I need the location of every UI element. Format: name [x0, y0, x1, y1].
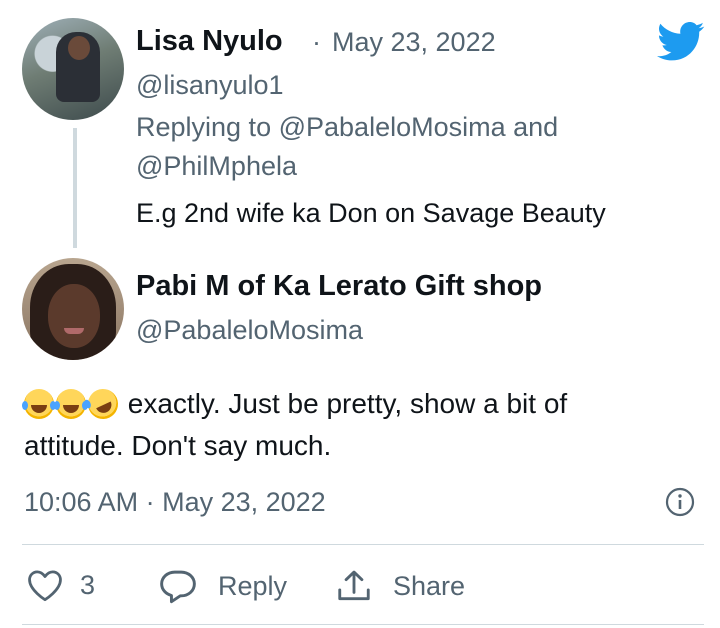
avatar-face: [68, 36, 90, 60]
reply-date[interactable]: May 23, 2022: [332, 29, 496, 56]
like-action[interactable]: 3: [26, 568, 95, 602]
replying-to-user1[interactable]: @PabaleloMosima: [279, 112, 506, 142]
replying-to-and: and: [513, 112, 559, 142]
avatar-mouth: [64, 328, 84, 334]
reply-text: E.g 2nd wife ka Don on Savage Beauty: [136, 198, 606, 228]
reply-bubble-icon[interactable]: [158, 568, 198, 604]
rolling-laughing-emoji: [82, 384, 123, 424]
share-label[interactable]: Share: [393, 571, 465, 602]
share-icon[interactable]: [335, 568, 373, 604]
share-action[interactable]: Share: [335, 568, 465, 604]
main-tweet-text-line1: exactly. Just be pretty, show a bit of: [127, 388, 568, 419]
replying-to-prefix: Replying to: [136, 112, 272, 142]
heart-icon[interactable]: [26, 568, 64, 602]
like-count: 3: [80, 569, 96, 600]
thread-connector-line: [73, 128, 77, 248]
reply-separator: ·: [312, 27, 321, 57]
reply-action[interactable]: Reply: [158, 568, 287, 604]
main-tweet-line1: exactly. Just be pretty, show a bit of: [22, 384, 568, 424]
main-handle[interactable]: @PabaleloMosima: [136, 317, 363, 344]
twitter-bird-icon[interactable]: [657, 22, 705, 62]
tears-of-joy-emoji: [22, 389, 56, 419]
pabi-avatar[interactable]: [22, 258, 124, 360]
reply-label[interactable]: Reply: [218, 571, 287, 602]
divider-bottom: [22, 624, 704, 625]
reply-author-name[interactable]: Lisa Nyulo: [136, 27, 283, 56]
main-tweet-text-line2: attitude. Don't say much.: [24, 430, 332, 461]
replying-to-line1: Replying to @PabaleloMosima and: [136, 114, 558, 141]
main-author-name[interactable]: Pabi M of Ka Lerato Gift shop: [136, 272, 542, 301]
main-timestamp[interactable]: 10:06 AM · May 23, 2022: [24, 489, 326, 516]
lisa-avatar[interactable]: [22, 18, 124, 120]
info-icon[interactable]: [665, 487, 695, 517]
replying-to-user2[interactable]: @PhilMphela: [136, 153, 297, 180]
tears-of-joy-emoji: [54, 389, 88, 419]
reply-handle[interactable]: @lisanyulo1: [136, 72, 284, 99]
avatar-face: [48, 284, 100, 348]
divider-top: [22, 544, 704, 545]
